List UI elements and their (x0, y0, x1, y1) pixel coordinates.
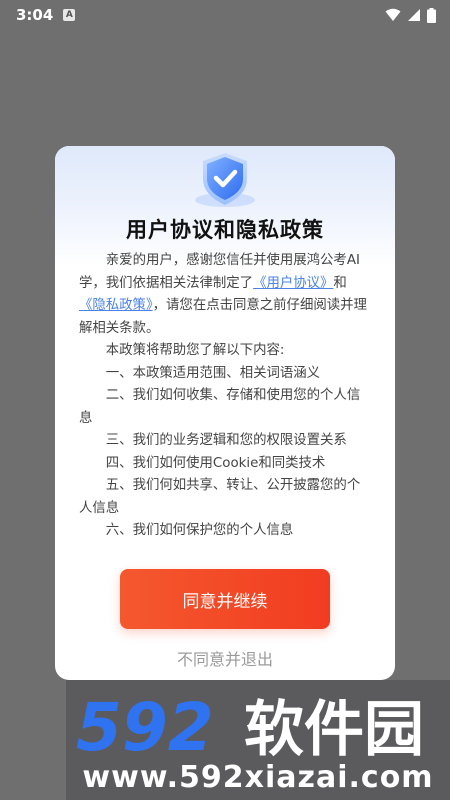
policy-item-2: 二、我们如何收集、存储和使用您的个人信息 (79, 388, 361, 426)
policy-item-5: 五、我们何如共享、转让、公开披露您的个人信息 (79, 478, 361, 516)
policy-item-1: 一、本政策适用范围、相关词语涵义 (105, 365, 321, 381)
dialog-title: 用户协议和隐私政策 (126, 218, 324, 242)
intro-paragraph: 亲爱的用户，感谢您信任并使用展鸿公考AI学，我们依据相关法律制定了《用户协议》和… (79, 250, 369, 340)
battery-icon (427, 7, 436, 23)
signal-icon (408, 9, 420, 21)
watermark-url: www.592xiazai.com (82, 760, 434, 795)
status-icons (385, 7, 436, 23)
privacy-policy-link[interactable]: 《隐私政策》 (79, 298, 153, 313)
watermark-logo-text: 软件园 (244, 695, 424, 760)
status-bar: 3:04 A (0, 0, 450, 30)
policy-item-3: 三、我们的业务逻辑和您的权限设置关系 (105, 433, 347, 448)
privacy-dialog: 用户协议和隐私政策 亲爱的用户，感谢您信任并使用展鸿公考AI学，我们依据相关法律… (55, 146, 395, 680)
and-text: 和 (333, 275, 347, 291)
decline-exit-button[interactable]: 不同意并退出 (55, 646, 395, 670)
user-agreement-link[interactable]: 《用户协议》 (253, 276, 333, 291)
status-time: 3:04 (16, 6, 54, 24)
watermark-logo-digits: 592 (76, 690, 214, 760)
dialog-content: 亲爱的用户，感谢您信任并使用展鸿公考AI学，我们依据相关法律制定了《用户协议》和… (79, 250, 369, 543)
agree-continue-button[interactable]: 同意并继续 (120, 569, 330, 629)
policy-item-4: 四、我们如何使用Cookie和同类技术 (105, 455, 326, 471)
notification-icon: A (63, 9, 76, 21)
policy-item-6: 六、我们如何保护您的个人信息 (105, 523, 294, 538)
wifi-icon (385, 8, 401, 21)
watermark-logo: 592 软件园 (76, 690, 424, 760)
shield-check-icon (195, 153, 255, 207)
policy-intro: 本政策将帮助您了解以下内容: (105, 343, 285, 358)
watermark-banner: 592 软件园 www.592xiazai.com (66, 680, 450, 800)
